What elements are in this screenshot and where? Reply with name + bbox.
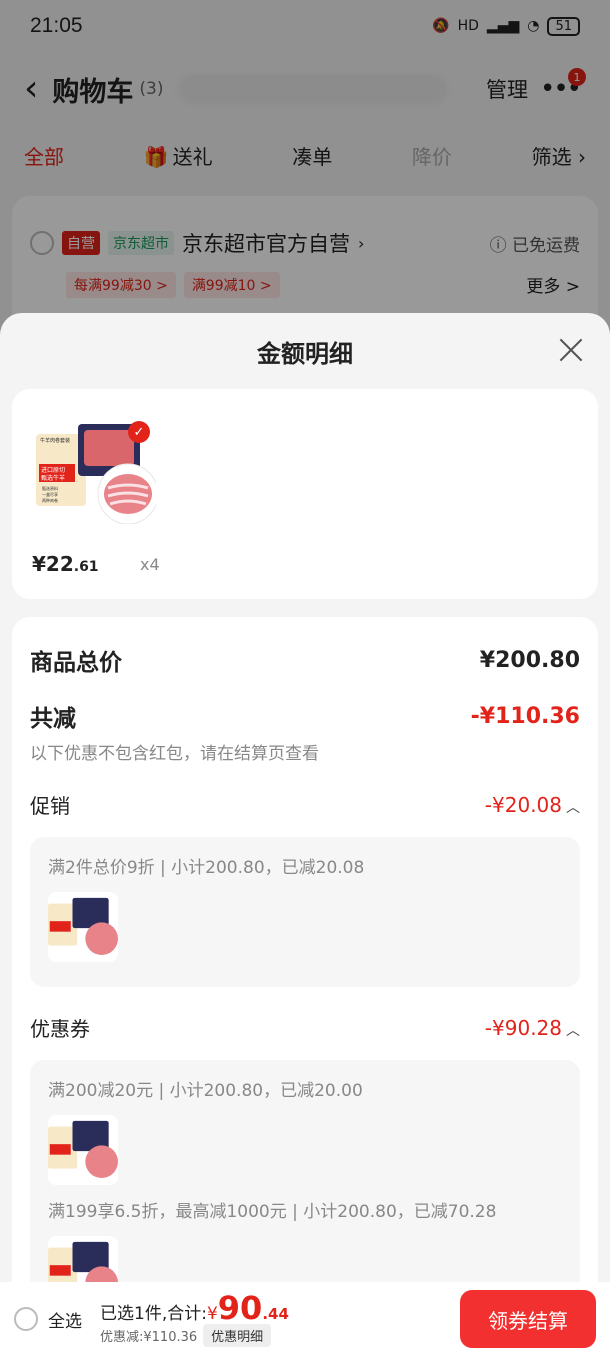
- summary-line: 已选1件,合计: ¥ 90 .44: [100, 1292, 289, 1324]
- discount-line: 优惠减:¥110.36 优惠明细: [100, 1323, 289, 1347]
- thumb-bullet: 两种肉卷: [42, 497, 58, 503]
- coupon-value-wrap: -¥90.28 ︿: [485, 1016, 580, 1040]
- amount-breakdown-card: 商品总价 ¥200.80 共减 -¥110.36 以下优惠不包含红包，请在结算页…: [12, 617, 598, 1356]
- summary-total-dec: .44: [262, 1304, 289, 1323]
- mini-product-image: [48, 1120, 118, 1178]
- discount-detail-button[interactable]: 优惠明细: [203, 1323, 272, 1347]
- thumb-text-1: 牛羊肉卷套装: [40, 437, 70, 444]
- promotion-item-thumbnail: [48, 892, 118, 962]
- thumb-bullet: 甄选原料: [42, 485, 58, 491]
- chevron-up-icon[interactable]: ︿: [566, 800, 580, 816]
- total-row: 商品总价 ¥200.80: [30, 643, 580, 677]
- coupon-label: 优惠券: [30, 1017, 90, 1041]
- reduce-note: 以下优惠不包含红包，请在结算页查看: [30, 744, 319, 764]
- thumb-text-3: 甄选牛羊: [41, 474, 65, 482]
- item-card: 牛羊肉卷套装 进口原切 甄选牛羊 甄选原料 一盒尽享 两种肉卷 ✓ ¥22.61…: [12, 389, 598, 599]
- item-price-int: ¥22: [32, 552, 74, 576]
- chevron-up-icon[interactable]: ︿: [566, 1023, 580, 1039]
- promotion-label: 促销: [30, 794, 70, 818]
- coupon-row[interactable]: 优惠券 -¥90.28 ︿: [30, 1013, 580, 1042]
- amount-detail-sheet: 金额明细 牛羊肉卷套装 进口原切 甄选牛羊 甄选原料 一盒尽享 两种肉卷 ✓ ¥…: [0, 313, 610, 1356]
- discount-amount: 优惠减:¥110.36: [100, 1329, 198, 1345]
- checkout-button[interactable]: 领券结算: [460, 1290, 596, 1348]
- coupon-item-thumbnail: [48, 1115, 118, 1185]
- promotion-value: -¥20.08: [484, 792, 562, 817]
- promotion-detail-box: 满2件总价9折 | 小计200.80，已减20.08: [30, 837, 580, 987]
- reduce-label: 共减: [30, 706, 76, 732]
- coupon-detail-box: 满200减20元 | 小计200.80，已减20.00 满199享6.5折，最高…: [30, 1060, 580, 1320]
- thumb-bullet: 一盒尽享: [42, 491, 58, 497]
- selected-count: 已选1件,合计:: [100, 1303, 207, 1324]
- item-quantity: x4: [140, 555, 160, 574]
- coupon-desc: 满199享6.5折，最高减1000元 | 小计200.80，已减70.28: [48, 1202, 497, 1222]
- promotion-desc: 满2件总价9折 | 小计200.80，已减20.08: [48, 858, 365, 878]
- promotion-row[interactable]: 促销 -¥20.08 ︿: [30, 790, 580, 819]
- select-all-label[interactable]: 全选: [48, 1307, 82, 1332]
- close-icon[interactable]: [558, 337, 584, 363]
- summary-currency: ¥: [206, 1303, 218, 1324]
- item-unit-price: ¥22.61: [32, 552, 99, 576]
- sheet-header: 金额明细: [0, 313, 610, 389]
- total-label: 商品总价: [30, 650, 122, 676]
- coupon-desc: 满200减20元 | 小计200.80，已减20.00: [48, 1081, 363, 1101]
- reduce-row: 共减 -¥110.36: [30, 699, 580, 733]
- sheet-title: 金额明细: [257, 339, 353, 368]
- total-summary: 已选1件,合计: ¥ 90 .44 优惠减:¥110.36 优惠明细: [100, 1292, 289, 1347]
- promotion-value-wrap: -¥20.08 ︿: [485, 793, 580, 817]
- summary-total-int: 90: [217, 1288, 263, 1327]
- mini-product-image: [48, 897, 118, 955]
- checkout-bar: 全选 已选1件,合计: ¥ 90 .44 优惠减:¥110.36 优惠明细 领券…: [0, 1282, 610, 1356]
- reduce-value: -¥110.36: [470, 703, 580, 729]
- coupon-value: -¥90.28: [484, 1015, 562, 1040]
- selected-check-icon: ✓: [128, 421, 150, 443]
- select-all-radio[interactable]: [14, 1307, 38, 1331]
- thumb-text-2: 进口原切: [41, 466, 65, 474]
- total-value: ¥200.80: [479, 647, 580, 673]
- item-price-dec: .61: [73, 559, 99, 575]
